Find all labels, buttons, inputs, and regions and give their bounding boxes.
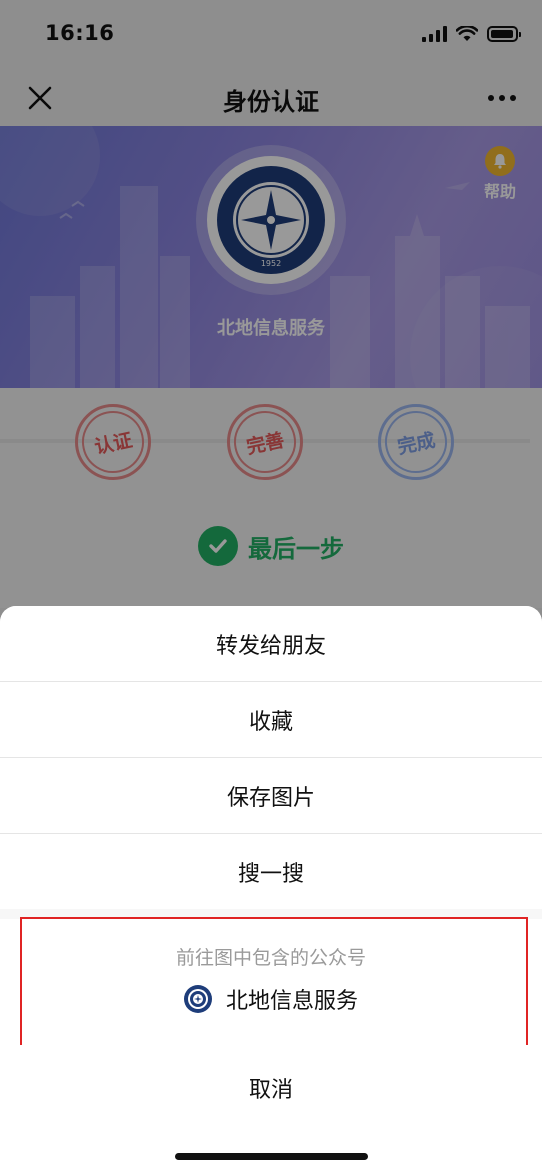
cancel-button[interactable]: 取消: [0, 1045, 542, 1173]
home-indicator: [175, 1153, 368, 1160]
cancel-label: 取消: [248, 1078, 293, 1103]
favorite-button[interactable]: 收藏: [0, 682, 542, 757]
save-image-button[interactable]: 保存图片: [0, 758, 542, 833]
action-sheet: 转发给朋友 收藏 保存图片 搜一搜 前往图中包含的公众号 北地信息服务 取消: [0, 606, 542, 1173]
highlight-box: [20, 917, 528, 1050]
search-button[interactable]: 搜一搜: [0, 834, 542, 909]
forward-to-friend-button[interactable]: 转发给朋友: [0, 606, 542, 681]
